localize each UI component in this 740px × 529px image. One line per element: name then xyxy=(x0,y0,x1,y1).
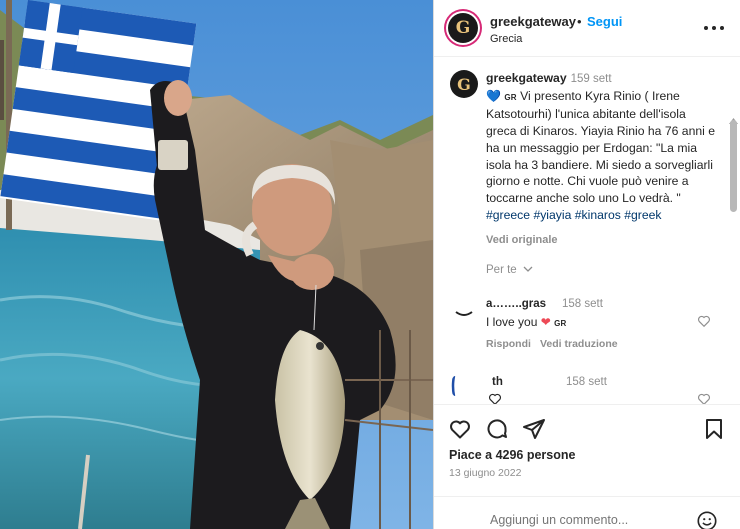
comment-bubble-icon[interactable] xyxy=(485,417,509,441)
caption: greekgateway 159 sett 💙 GR Vi presento Ky… xyxy=(486,70,718,223)
profile-avatar[interactable]: G xyxy=(448,13,478,43)
avatar-letter: G xyxy=(455,18,471,38)
hashtag-greek[interactable]: #greek xyxy=(624,208,661,222)
comment-flag: GR xyxy=(554,319,567,328)
see-translation-button[interactable]: Vedi traduzione xyxy=(540,338,618,350)
share-send-icon[interactable] xyxy=(522,417,546,441)
caption-time[interactable]: 159 sett xyxy=(571,73,612,85)
like-heart-icon[interactable] xyxy=(448,417,472,441)
like-comment-heart-icon[interactable] xyxy=(697,314,711,328)
comments-section[interactable]: G greekgateway 159 sett 💙 GR Vi presento … xyxy=(434,58,740,404)
comment-time[interactable]: 158 sett xyxy=(562,298,603,310)
caption-flag: GR xyxy=(504,92,517,102)
comment-username[interactable]: th xyxy=(492,376,503,388)
for-you-dropdown[interactable]: Per te xyxy=(486,264,533,276)
avatar-placeholder-icon xyxy=(455,311,473,316)
see-original-link[interactable]: Vedi originale xyxy=(486,234,558,246)
location-link[interactable]: Grecia xyxy=(490,33,522,45)
like-comment-heart-icon[interactable] xyxy=(697,392,711,404)
more-options-icon[interactable] xyxy=(702,18,726,38)
header-username[interactable]: greekgateway xyxy=(490,14,576,29)
for-you-label: Per te xyxy=(486,264,517,276)
likes-count[interactable]: Piace a 4296 persone xyxy=(449,448,575,462)
separator-dot: • xyxy=(577,14,582,29)
comment-avatar[interactable] xyxy=(450,294,478,322)
hashtag-yiayia[interactable]: #yiayia xyxy=(533,208,571,222)
partial-heart-icon xyxy=(489,393,501,404)
red-heart-icon: ❤ xyxy=(540,315,551,329)
post-photo[interactable] xyxy=(0,0,433,529)
post-side-panel: G greekgateway • Segui Grecia G greekgat… xyxy=(433,0,740,529)
blue-heart-icon: 💙 xyxy=(486,88,501,103)
hashtag-kinaros[interactable]: #kinaros xyxy=(575,208,621,222)
post-date[interactable]: 13 giugno 2022 xyxy=(449,467,521,479)
reply-button[interactable]: Rispondi xyxy=(486,338,531,350)
chevron-down-icon xyxy=(523,266,533,272)
comment-avatar[interactable] xyxy=(450,372,478,400)
comment-text: I love you ❤ GR xyxy=(486,315,567,329)
comment-body: I love you xyxy=(486,315,538,329)
post-photo-illustration xyxy=(0,0,433,529)
add-comment-input[interactable] xyxy=(490,513,690,527)
add-comment-bar xyxy=(434,496,740,529)
caption-username[interactable]: greekgateway xyxy=(486,71,567,85)
avatar-placeholder-icon xyxy=(451,375,456,397)
caption-avatar[interactable]: G xyxy=(450,70,478,98)
bookmark-icon[interactable] xyxy=(702,417,726,441)
comment-time[interactable]: 158 sett xyxy=(566,376,607,388)
post-actions: Piace a 4296 persone 13 giugno 2022 xyxy=(434,404,740,529)
caption-text: Vi presento Kyra Rinio ( Irene Katsotour… xyxy=(486,88,715,205)
comment-username[interactable]: a……..gras xyxy=(486,298,546,310)
emoji-icon[interactable] xyxy=(696,510,718,529)
post-header: G greekgateway • Segui Grecia xyxy=(434,0,740,57)
hashtag-greece[interactable]: #greece xyxy=(486,208,530,222)
scrollbar-thumb[interactable] xyxy=(730,120,737,212)
caption-avatar-letter: G xyxy=(457,74,471,94)
follow-button[interactable]: Segui xyxy=(587,14,622,29)
